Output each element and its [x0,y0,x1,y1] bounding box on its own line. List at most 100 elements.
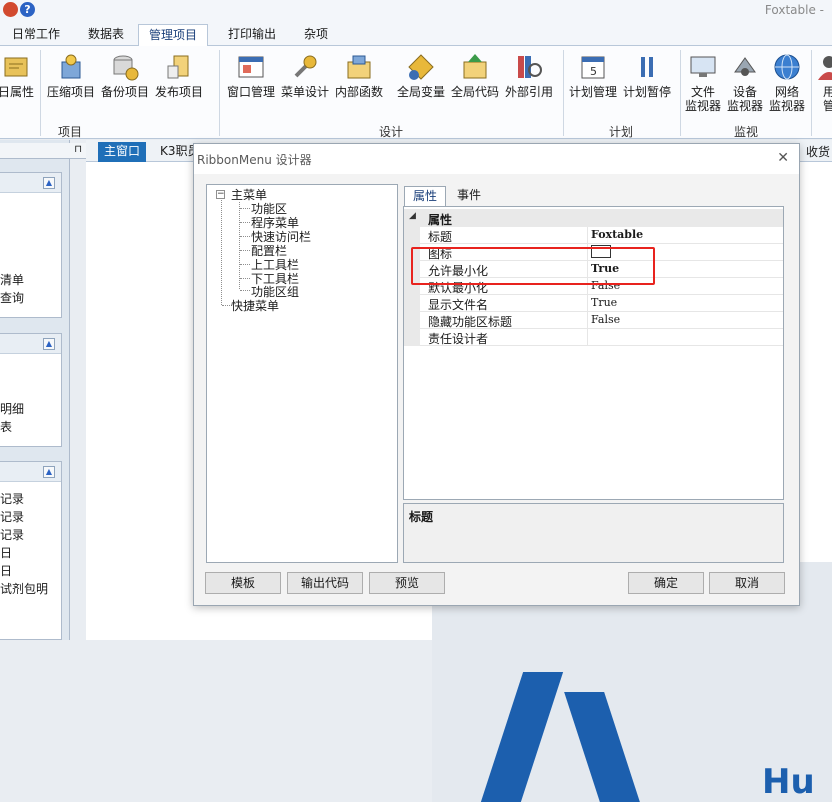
group-separator [563,50,564,136]
template-button[interactable]: 模板 [205,572,281,594]
compress-icon [61,54,81,79]
property-value[interactable] [587,244,611,261]
tree-node-ribbon[interactable]: 功能区 [251,202,287,216]
tree-node-shortcut-menu[interactable]: 快捷菜单 [231,299,279,313]
group-label-project: 项目 [58,125,83,139]
internal-function-button[interactable]: 内部函数 [332,52,386,99]
ribbon-button-partial-left[interactable]: 日属性 [0,52,36,99]
left-panel-card-2: ▲ 明细 表 [0,333,62,447]
schedule-pause-button[interactable]: 计划暂停 [620,52,674,99]
property-description: 标题 [403,503,784,563]
property-row-designer[interactable]: 责任设计者 [404,329,783,346]
ribbon-button-partial-right[interactable]: 用 管 [814,52,832,113]
list-item[interactable]: 查询 [0,289,61,307]
list-item[interactable]: 试剂包明 [0,580,61,598]
user-icon [818,56,832,80]
window-manage-button[interactable]: 窗口管理 [224,52,278,99]
tab-events[interactable]: 事件 [449,186,489,206]
list-item[interactable]: 日 [0,562,61,580]
property-value[interactable]: False [587,312,620,329]
list-item[interactable]: 清单 [0,271,61,289]
external-reference-button[interactable]: 外部引用 [502,52,556,99]
publish-project-button[interactable]: 发布项目 [152,52,206,99]
tab-properties[interactable]: 属性 [404,186,447,206]
menu-design-button[interactable]: 菜单设计 [278,52,332,99]
property-value[interactable]: True [587,261,619,278]
property-value[interactable]: False [587,278,620,295]
category-row[interactable]: ◢ 属性 [404,209,783,227]
device-monitor-button[interactable]: 设备 监视器 [724,52,766,113]
collapse-icon[interactable]: ▲ [43,338,55,350]
group-separator [40,50,41,136]
tab-print-output[interactable]: 打印输出 [218,24,286,46]
preview-button[interactable]: 预览 [369,572,445,594]
global-code-button[interactable]: 全局代码 [448,52,502,99]
schedule-manage-button[interactable]: 5 计划管理 [566,52,620,99]
function-icon [347,55,371,79]
property-row-default-minimize[interactable]: 默认最小化 False [404,278,783,295]
tab-misc[interactable]: 杂项 [294,24,338,46]
property-value[interactable]: Foxtable [587,227,643,244]
export-code-button[interactable]: 输出代码 [287,572,363,594]
list-item[interactable]: 表 [0,418,61,436]
tree-node-ribbon-group[interactable]: 功能区组 [251,285,299,299]
list-item[interactable]: 记录 [0,490,61,508]
pin-icon[interactable]: ⊓ [74,144,82,155]
description-title: 标题 [409,510,434,524]
collapse-icon[interactable]: ◢ [409,211,416,221]
ribbon: 日属性 压缩项目 备份项目 发布项目 项目 窗口管理 菜单设计 内部函数 全局变… [0,46,832,139]
property-row-hide-ribbon-title[interactable]: 隐藏功能区标题 False [404,312,783,329]
dialog-title-bar: RibbonMenu 设计器 ✕ [194,144,799,174]
list-item[interactable]: 记录 [0,526,61,544]
property-row-title[interactable]: 标题 Foxtable [404,227,783,244]
tree-node-program-menu[interactable]: 程序菜单 [251,216,299,230]
close-icon[interactable]: ✕ [777,150,789,166]
tree-node-quick-access-bar[interactable]: 快速访问栏 [251,230,311,244]
card-header: ▲ [0,334,61,354]
collapse-toggle-icon[interactable]: − [216,190,225,199]
property-value[interactable] [587,329,591,346]
network-monitor-button[interactable]: 网络 监视器 [766,52,808,113]
tab-daily-work[interactable]: 日常工作 [2,24,70,46]
collapse-icon[interactable]: ▲ [43,466,55,478]
list-item[interactable]: 明细 [0,400,61,418]
list-item[interactable]: 记录 [0,508,61,526]
help-icon[interactable]: ? [20,2,35,17]
app-logo-icon[interactable] [3,2,18,17]
group-label-design: 设计 [379,125,404,139]
doc-tab-receiving[interactable]: 收货 [806,143,830,160]
menu-tree: − 主菜单 功能区 程序菜单 快速访问栏 配置栏 上工具栏 下工具栏 功能区组 … [206,184,398,563]
cancel-button[interactable]: 取消 [709,572,785,594]
tree-node-config-bar[interactable]: 配置栏 [251,244,287,258]
left-panel-card-3: ▲ 记录 记录 记录 日 日 试剂包明 [0,461,62,640]
global-variable-button[interactable]: 全局变量 [394,52,448,99]
category-label: 属性 [428,213,453,227]
property-row-icon[interactable]: 图标 [404,244,783,261]
ok-button[interactable]: 确定 [628,572,704,594]
backup-project-button[interactable]: 备份项目 [98,52,152,99]
property-value[interactable]: True [587,295,617,312]
compress-project-button[interactable]: 压缩项目 [44,52,98,99]
group-label-schedule: 计划 [609,125,634,139]
doc-tab-main-window[interactable]: 主窗口 [98,142,147,162]
books-icon [518,56,542,78]
color-swatch[interactable] [591,245,611,258]
tree-node-top-toolbar[interactable]: 上工具栏 [251,258,299,272]
logo-shape [564,692,640,802]
collapse-icon[interactable]: ▲ [43,177,55,189]
global-code-icon [463,54,487,79]
file-monitor-button[interactable]: 文件 监视器 [682,52,724,113]
group-separator [219,50,220,136]
property-row-allow-minimize[interactable]: 允许最小化 True [404,261,783,278]
title-bar: ? Foxtable - [0,0,832,20]
tab-manage-project[interactable]: 管理项目 [138,24,209,47]
property-row-show-filename[interactable]: 显示文件名 True [404,295,783,312]
tab-data-table[interactable]: 数据表 [78,24,134,46]
tree-node-bottom-toolbar[interactable]: 下工具栏 [251,272,299,286]
list-item[interactable]: 日 [0,544,61,562]
device-monitor-icon [734,57,756,76]
card-header: ▲ [0,462,61,482]
tree-node-root[interactable]: 主菜单 [231,188,267,202]
group-separator [811,50,812,136]
globe-icon [774,54,800,80]
